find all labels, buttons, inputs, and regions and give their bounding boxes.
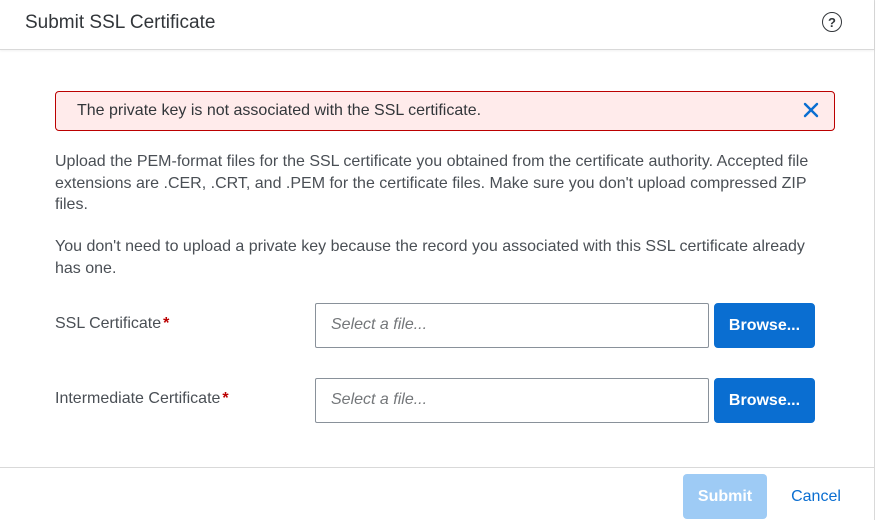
ssl-certificate-browse-button[interactable]: Browse... (714, 303, 815, 348)
dialog-header: Submit SSL Certificate ? (0, 0, 874, 50)
intermediate-certificate-label: Intermediate Certificate * (55, 390, 229, 408)
ssl-certificate-placeholder: Select a file... (331, 316, 428, 333)
ssl-certificate-file-input[interactable]: Select a file... (315, 303, 709, 348)
required-marker: * (163, 315, 170, 332)
help-glyph: ? (828, 14, 836, 30)
required-marker: * (222, 390, 229, 407)
private-key-note: You don't need to upload a private key b… (55, 238, 805, 277)
ssl-certificate-label: SSL Certificate * (55, 315, 169, 333)
error-message-strip: The private key is not associated with t… (55, 91, 835, 131)
error-message-text: The private key is not associated with t… (77, 102, 482, 119)
close-icon[interactable] (802, 101, 820, 119)
intermediate-certificate-label-text: Intermediate Certificate (55, 390, 221, 407)
submit-button[interactable]: Submit (683, 474, 767, 519)
dialog-footer: Submit Cancel (0, 467, 874, 520)
submit-ssl-certificate-dialog: Submit SSL Certificate ? The private key… (0, 0, 875, 520)
help-icon[interactable]: ? (822, 12, 842, 32)
ssl-certificate-label-text: SSL Certificate (55, 315, 162, 332)
intermediate-certificate-browse-button[interactable]: Browse... (714, 378, 815, 423)
intermediate-certificate-file-input[interactable]: Select a file... (315, 378, 709, 423)
intermediate-certificate-placeholder: Select a file... (331, 391, 428, 408)
dialog-title: Submit SSL Certificate (25, 12, 216, 33)
upload-instructions: Upload the PEM-format files for the SSL … (55, 153, 809, 213)
cancel-button[interactable]: Cancel (777, 474, 855, 519)
